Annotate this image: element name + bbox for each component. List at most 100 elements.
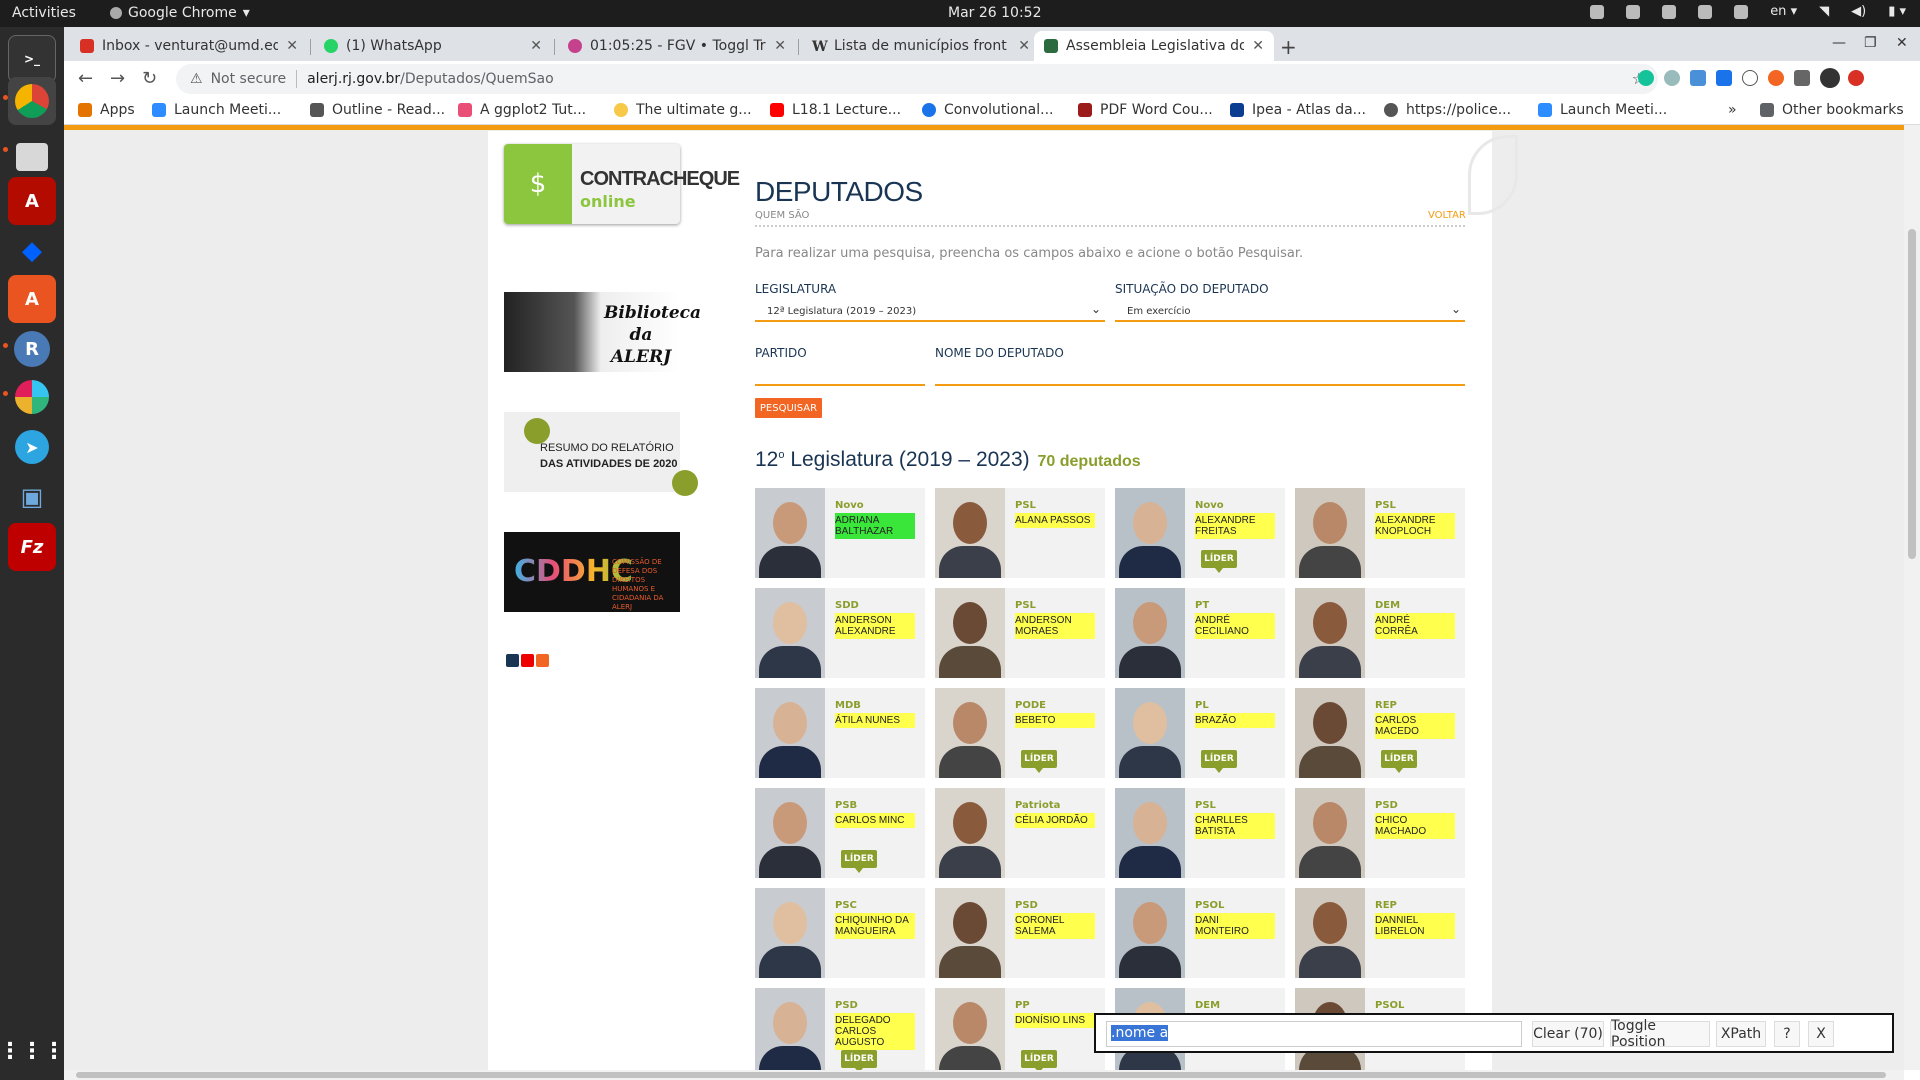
- chrome-dock-icon[interactable]: [8, 77, 56, 125]
- deputy-card[interactable]: SDD ANDERSON ALEXANDRE: [755, 588, 925, 678]
- not-secure-label[interactable]: Not secure: [211, 71, 287, 87]
- wifi-icon[interactable]: ◥: [1819, 4, 1829, 19]
- other-bookmarks[interactable]: Other bookmarks: [1760, 102, 1904, 118]
- tab-wikipedia[interactable]: W Lista de municípios front ✕: [802, 31, 1040, 61]
- deputy-card[interactable]: PSL CHARLLES BATISTA: [1115, 788, 1285, 878]
- voltar-link[interactable]: VOLTAR: [1428, 210, 1466, 221]
- resumo-relatorio-banner[interactable]: RESUMO DO RELATÓRIO DAS ATIVIDADES DE 202…: [504, 412, 698, 496]
- horizontal-scrollbar[interactable]: [64, 1070, 1904, 1080]
- cddhc-banner[interactable]: CDDHC COMISSÃO DE DEFESA DOS DIREITOS HU…: [504, 532, 680, 612]
- deputy-photo[interactable]: [755, 588, 825, 678]
- tab-inbox[interactable]: Inbox - venturat@umd.ed ✕: [70, 31, 308, 61]
- deputy-photo[interactable]: [935, 788, 1005, 878]
- cloud-extension-icon[interactable]: [1742, 70, 1758, 86]
- deputy-card[interactable]: PSD DELEGADO CARLOS AUGUSTO LÍDER: [755, 988, 925, 1070]
- contracheque-banner[interactable]: $ CONTRACHEQUE online: [504, 144, 740, 224]
- deputy-photo[interactable]: [935, 988, 1005, 1070]
- deputy-name-link[interactable]: CARLOS MACEDO: [1375, 713, 1455, 739]
- deputy-name-link[interactable]: CORONEL SALEMA: [1015, 913, 1095, 939]
- deputy-card[interactable]: PSL ALANA PASSOS: [935, 488, 1105, 578]
- bookmark-item[interactable]: https://police...: [1384, 102, 1511, 118]
- discord-tray-icon[interactable]: [1698, 4, 1713, 19]
- back-button[interactable]: ←: [78, 68, 93, 89]
- xpath-button[interactable]: XPath: [1716, 1021, 1766, 1047]
- acrobat-icon[interactable]: A: [8, 177, 56, 225]
- filezilla-icon[interactable]: Fz: [8, 523, 56, 571]
- deputy-card[interactable]: PSD CORONEL SALEMA: [935, 888, 1105, 978]
- deputy-card[interactable]: MDB ÁTILA NUNES: [755, 688, 925, 778]
- bookmark-item[interactable]: Outline - Read...: [310, 102, 445, 118]
- remote-desktop-icon[interactable]: ▣: [8, 473, 56, 521]
- deputy-photo[interactable]: [1115, 788, 1185, 878]
- deputy-name-link[interactable]: CARLOS MINC: [835, 813, 915, 828]
- bookmark-item[interactable]: Launch Meeti...: [1538, 102, 1667, 118]
- social-icon[interactable]: [506, 654, 519, 667]
- deputy-card[interactable]: DEM ANDRÉ CORRÊA: [1295, 588, 1465, 678]
- pesquisar-button[interactable]: PESQUISAR: [755, 398, 822, 418]
- deputy-card[interactable]: Patriota CÉLIA JORDÃO: [935, 788, 1105, 878]
- deputy-photo[interactable]: [935, 888, 1005, 978]
- forward-button[interactable]: →: [110, 68, 125, 89]
- bookmark-item[interactable]: L18.1 Lecture...: [770, 102, 901, 118]
- close-icon[interactable]: ✕: [774, 38, 786, 54]
- close-icon[interactable]: ✕: [1018, 38, 1030, 54]
- deputy-photo[interactable]: [935, 488, 1005, 578]
- scholar-extension-icon[interactable]: [1716, 70, 1732, 86]
- reload-button[interactable]: ↻: [142, 68, 157, 89]
- deputy-name-link[interactable]: DELEGADO CARLOS AUGUSTO: [835, 1013, 915, 1050]
- activities-button[interactable]: Activities: [12, 5, 76, 21]
- fire-extension-icon[interactable]: [1768, 70, 1784, 86]
- new-tab-button[interactable]: +: [1280, 35, 1297, 59]
- update-menu-icon[interactable]: [1848, 70, 1864, 86]
- close-icon[interactable]: ✕: [286, 38, 298, 54]
- deputy-photo[interactable]: [1115, 588, 1185, 678]
- deputy-name-link[interactable]: ANDRÉ CORRÊA: [1375, 613, 1455, 639]
- deputy-photo[interactable]: [755, 888, 825, 978]
- headset-tray-icon[interactable]: [1734, 4, 1749, 19]
- deputy-card[interactable]: PSC CHIQUINHO DA MANGUEIRA: [755, 888, 925, 978]
- r-icon[interactable]: R: [8, 325, 56, 373]
- deputy-card[interactable]: PSB CARLOS MINC LÍDER: [755, 788, 925, 878]
- deputy-photo[interactable]: [935, 588, 1005, 678]
- close-window-button[interactable]: ✕: [1896, 35, 1908, 51]
- social-icon[interactable]: [521, 654, 534, 667]
- profile-avatar[interactable]: [1820, 68, 1840, 88]
- deputy-photo[interactable]: [1295, 688, 1365, 778]
- close-gadget-button[interactable]: X: [1808, 1021, 1834, 1047]
- terminal-icon[interactable]: >_: [8, 35, 56, 83]
- deputy-name-link[interactable]: CÉLIA JORDÃO: [1015, 813, 1095, 828]
- deputy-photo[interactable]: [755, 788, 825, 878]
- deputy-photo[interactable]: [755, 488, 825, 578]
- deputy-photo[interactable]: [1115, 688, 1185, 778]
- deputy-name-link[interactable]: ADRIANA BALTHAZAR: [835, 513, 915, 539]
- deputy-photo[interactable]: [755, 688, 825, 778]
- deputy-name-link[interactable]: CHICO MACHADO: [1375, 813, 1455, 839]
- deputy-photo[interactable]: [1295, 888, 1365, 978]
- deputy-name-link[interactable]: DANNIEL LIBRELON: [1375, 913, 1455, 939]
- close-icon[interactable]: ✕: [530, 38, 542, 54]
- warning-icon[interactable]: ⚠: [190, 71, 203, 87]
- files-icon[interactable]: [8, 133, 56, 181]
- scroll-thumb[interactable]: [76, 1072, 1886, 1078]
- close-icon[interactable]: ✕: [1252, 38, 1264, 54]
- deputy-photo[interactable]: [755, 988, 825, 1070]
- deputy-card[interactable]: PL BRAZÃO LÍDER: [1115, 688, 1285, 778]
- deputy-name-link[interactable]: ANDRÉ CECILIANO: [1195, 613, 1275, 639]
- partido-input[interactable]: [755, 364, 925, 386]
- deputy-name-link[interactable]: BEBETO: [1015, 713, 1095, 728]
- deputy-photo[interactable]: [1115, 488, 1185, 578]
- situacao-select[interactable]: Em exercício ⌄: [1115, 300, 1465, 322]
- deputy-name-link[interactable]: DANI MONTEIRO: [1195, 913, 1275, 939]
- deputy-photo[interactable]: [1295, 788, 1365, 878]
- app-menu[interactable]: Google Chrome ▾: [110, 5, 250, 21]
- deputy-name-link[interactable]: ANDERSON ALEXANDRE: [835, 613, 915, 639]
- toggle-position-button[interactable]: Toggle Position: [1610, 1018, 1710, 1050]
- deputy-card[interactable]: Novo ADRIANA BALTHAZAR: [755, 488, 925, 578]
- bookmark-item[interactable]: A ggplot2 Tut...: [458, 102, 586, 118]
- bookmark-item[interactable]: Convolutional...: [922, 102, 1053, 118]
- bookmark-item[interactable]: Ipea - Atlas da...: [1230, 102, 1366, 118]
- battery-icon[interactable]: ▮ ▾: [1888, 4, 1906, 19]
- tab-whatsapp[interactable]: (1) WhatsApp ✕: [314, 31, 552, 61]
- deputy-card[interactable]: REP CARLOS MACEDO LÍDER: [1295, 688, 1465, 778]
- deputy-card[interactable]: PSD CHICO MACHADO: [1295, 788, 1465, 878]
